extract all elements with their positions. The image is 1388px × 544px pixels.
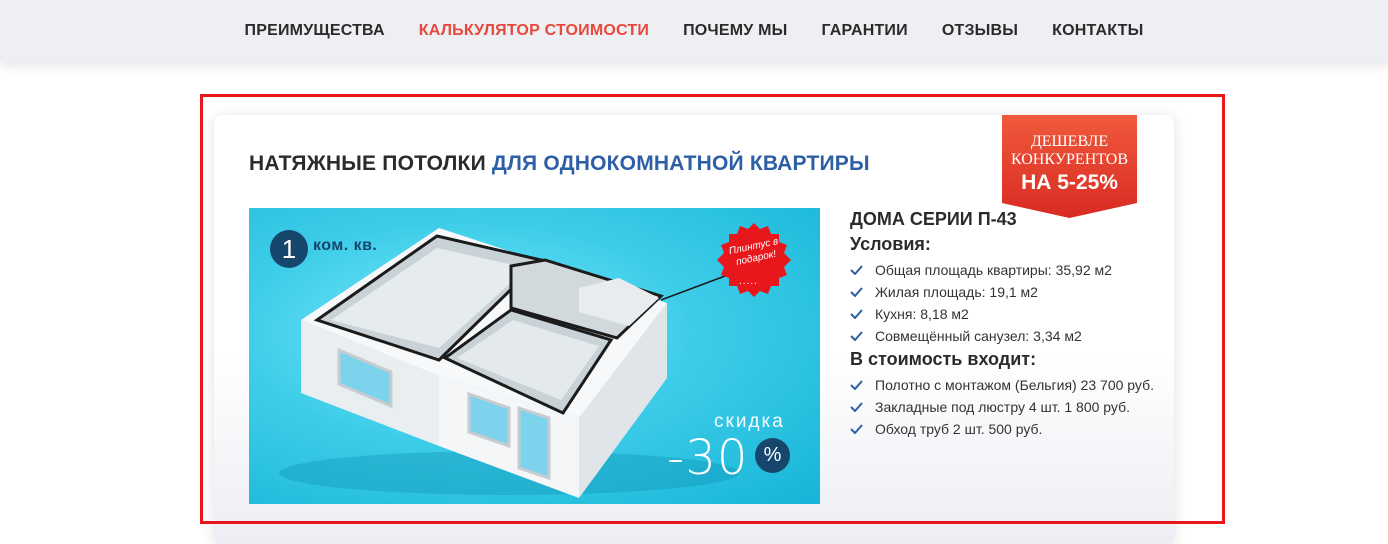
nav-item-contacts[interactable]: КОНТАКТЫ bbox=[1052, 22, 1143, 40]
nav-item-advantages[interactable]: ПРЕИМУЩЕСТВА bbox=[245, 22, 385, 40]
highlight-frame bbox=[200, 94, 1225, 524]
nav-item-reviews[interactable]: ОТЗЫВЫ bbox=[942, 22, 1018, 40]
top-navigation: ПРЕИМУЩЕСТВА КАЛЬКУЛЯТОР СТОИМОСТИ ПОЧЕМ… bbox=[0, 0, 1388, 62]
nav-item-why-us[interactable]: ПОЧЕМУ МЫ bbox=[683, 22, 787, 40]
nav-item-guarantees[interactable]: ГАРАНТИИ bbox=[821, 22, 907, 40]
nav-item-cost-calculator[interactable]: КАЛЬКУЛЯТОР СТОИМОСТИ bbox=[419, 22, 649, 40]
